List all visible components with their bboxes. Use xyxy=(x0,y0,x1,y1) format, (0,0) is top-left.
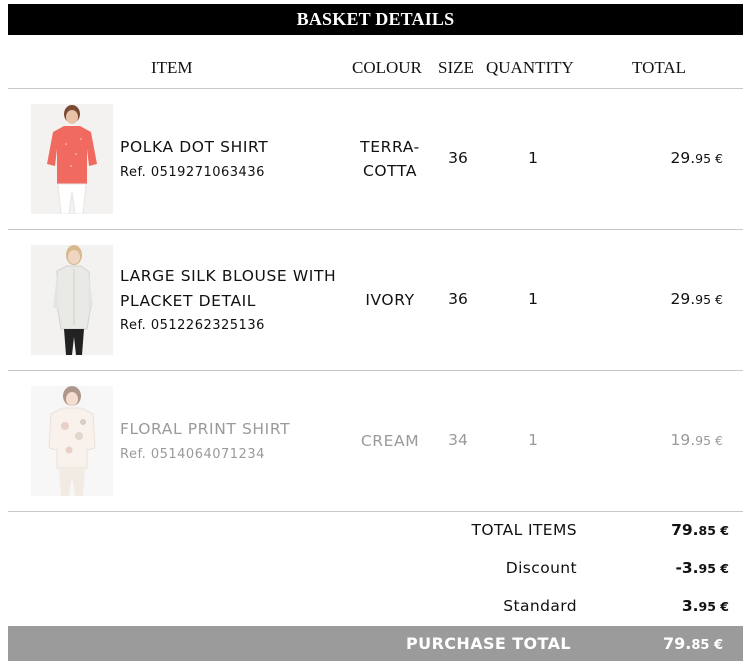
item-quantity[interactable]: 1 xyxy=(508,149,558,167)
basket-row: LARGE SILK BLOUSE WITH PLACKET DETAIL Re… xyxy=(8,230,743,370)
value-cents: 95 € xyxy=(698,561,729,576)
column-header-colour: COLOUR xyxy=(352,58,422,77)
divider xyxy=(8,511,743,512)
item-name-line1: LARGE SILK BLOUSE WITH xyxy=(120,267,337,285)
basket-row: FLORAL PRINT SHIRT Ref. 0514064071234 CR… xyxy=(8,371,743,511)
item-name[interactable]: POLKA DOT SHIRT xyxy=(120,135,350,160)
item-colour: CREAM xyxy=(360,432,420,450)
value-whole: 79. xyxy=(671,521,699,539)
item-colour-line1: TERRA- xyxy=(360,138,420,156)
item-price: 29.95 € xyxy=(671,290,724,308)
item-colour-line2: COTTA xyxy=(362,162,418,180)
purchase-total-bar: PURCHASE TOTAL 79.85 € xyxy=(8,626,743,661)
value-cents: 85 € xyxy=(698,523,729,538)
item-size: 36 xyxy=(448,149,468,167)
discount-value: -3.95 € xyxy=(675,559,729,577)
price-cents: 95 € xyxy=(695,433,723,448)
purchase-total-value: 79.85 € xyxy=(663,634,723,653)
discount-label: Discount xyxy=(505,559,577,577)
total-items-label: TOTAL ITEMS xyxy=(471,521,577,539)
item-ref: Ref. 0519271063436 xyxy=(120,165,265,180)
value-whole: -3. xyxy=(675,559,699,577)
item-colour: TERRA- COTTA xyxy=(348,135,432,183)
ivory-blouse-model-image[interactable] xyxy=(31,245,113,355)
column-header-total: TOTAL xyxy=(632,58,687,77)
column-header-quantity: QUANTITY xyxy=(486,58,574,77)
item-quantity[interactable]: 1 xyxy=(508,290,558,308)
item-name[interactable]: LARGE SILK BLOUSE WITH PLACKET DETAIL xyxy=(120,264,350,314)
basket-title: BASKET DETAILS xyxy=(8,4,743,35)
total-items-value: 79.85 € xyxy=(671,521,729,539)
floral-shirt-model-image[interactable] xyxy=(31,386,113,496)
item-size: 34 xyxy=(448,431,468,449)
item-name[interactable]: FLORAL PRINT SHIRT xyxy=(120,417,350,442)
price-cents: 95 € xyxy=(695,292,723,307)
item-name-line2: PLACKET DETAIL xyxy=(120,292,257,310)
value-cents: 95 € xyxy=(698,599,729,614)
value-cents: 85 € xyxy=(691,638,723,653)
price-whole: 19. xyxy=(670,431,696,449)
item-ref: Ref. 0512262325136 xyxy=(120,318,265,333)
item-price: 29.95 € xyxy=(671,149,724,167)
item-colour: IVORY xyxy=(365,291,415,309)
item-price: 19.95 € xyxy=(671,431,724,449)
column-header-size: SIZE xyxy=(438,58,474,77)
basket-row: POLKA DOT SHIRT Ref. 0519271063436 TERRA… xyxy=(8,89,743,229)
item-quantity[interactable]: 1 xyxy=(508,431,558,449)
value-whole: 3. xyxy=(681,597,699,615)
price-whole: 29. xyxy=(670,290,696,308)
price-whole: 29. xyxy=(670,149,696,167)
coral-shirt-model-image[interactable] xyxy=(31,104,113,214)
column-header-item: ITEM xyxy=(151,58,193,77)
shipping-label: Standard xyxy=(503,597,577,615)
item-ref: Ref. 0514064071234 xyxy=(120,447,265,462)
shipping-value: 3.95 € xyxy=(682,597,729,615)
item-size: 36 xyxy=(448,290,468,308)
purchase-total-label: PURCHASE TOTAL xyxy=(406,634,571,653)
price-cents: 95 € xyxy=(695,151,723,166)
value-whole: 79. xyxy=(662,634,692,653)
